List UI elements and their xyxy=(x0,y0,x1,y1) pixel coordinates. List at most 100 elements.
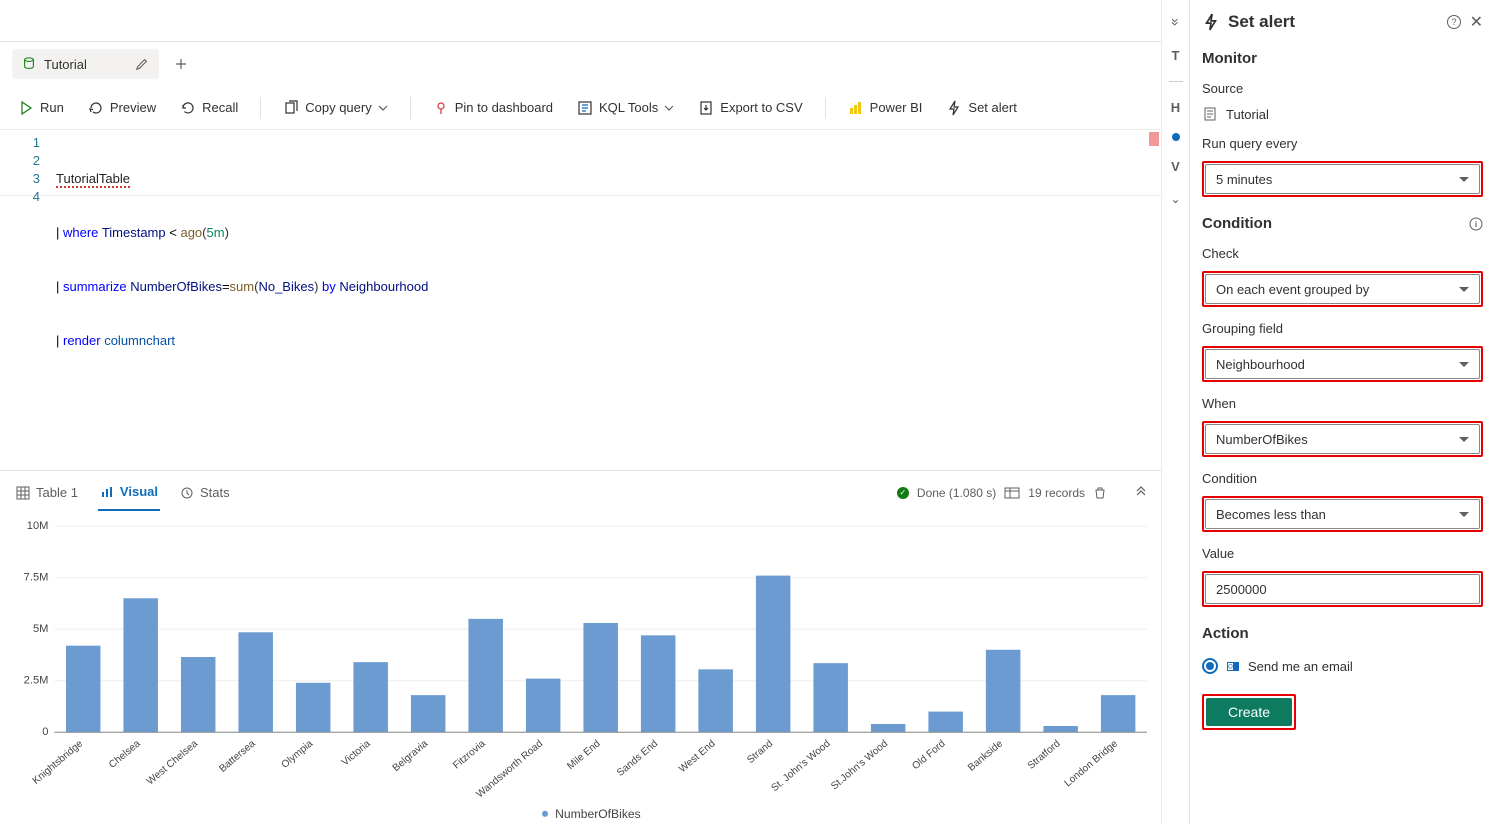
recall-button[interactable]: Recall xyxy=(174,96,244,120)
collapsed-letter[interactable]: T xyxy=(1172,48,1180,63)
svg-text:O: O xyxy=(1228,665,1233,671)
collapsed-letter[interactable]: V xyxy=(1171,159,1180,174)
tab-tutorial[interactable]: Tutorial xyxy=(12,49,159,79)
value-value: 2500000 xyxy=(1216,582,1267,597)
action-section-title: Action xyxy=(1202,625,1483,642)
chevron-down-icon xyxy=(664,103,674,113)
set-alert-panel: Set alert ? ✕ Monitor Source Tutorial Ru… xyxy=(1189,0,1495,824)
chevron-down-icon[interactable]: ⌄ xyxy=(1170,192,1180,206)
records-icon xyxy=(1004,487,1020,499)
token-operator: < xyxy=(169,225,177,240)
query-tabstrip: Tutorial xyxy=(0,42,1161,86)
highlight-wrap: 5 minutes xyxy=(1202,161,1483,197)
action-radio-email[interactable]: O Send me an email xyxy=(1202,658,1483,674)
stats-icon xyxy=(180,486,194,500)
power-bi-label: Power BI xyxy=(870,100,923,115)
preview-button[interactable]: Preview xyxy=(82,96,162,120)
kql-tools-button[interactable]: KQL Tools xyxy=(571,96,680,120)
help-icon[interactable]: ? xyxy=(1446,14,1462,30)
svg-text:NumberOfBikes: NumberOfBikes xyxy=(555,807,641,821)
column-chart: 02.5M5M7.5M10MKnightsbridgeChelseaWest C… xyxy=(14,518,1157,824)
success-icon: ✓ xyxy=(897,487,909,499)
run-button[interactable]: Run xyxy=(12,96,70,120)
svg-text:i: i xyxy=(1475,220,1477,229)
when-select[interactable]: NumberOfBikes xyxy=(1205,424,1480,454)
check-select[interactable]: On each event grouped by xyxy=(1205,274,1480,304)
run-label: Run xyxy=(40,100,64,115)
expand-icon[interactable]: » xyxy=(1167,18,1183,26)
svg-text:Old Ford: Old Ford xyxy=(910,738,947,772)
token-column: No_Bikes xyxy=(258,279,314,294)
svg-text:St.John's Wood: St.John's Wood xyxy=(829,738,890,792)
info-icon[interactable]: i xyxy=(1469,217,1483,231)
line-number: 3 xyxy=(0,170,40,188)
highlight-wrap: 2500000 xyxy=(1202,571,1483,607)
run-query-select[interactable]: 5 minutes xyxy=(1205,164,1480,194)
svg-text:10M: 10M xyxy=(27,520,49,532)
panel-title: Set alert xyxy=(1228,12,1438,32)
code-content[interactable]: TutorialTable | where Timestamp < ago(5m… xyxy=(48,130,1161,195)
pin-label: Pin to dashboard xyxy=(455,100,553,115)
recall-label: Recall xyxy=(202,100,238,115)
source-value: Tutorial xyxy=(1226,107,1269,122)
bolt-icon xyxy=(1202,13,1220,31)
line-number-gutter: 1 2 3 4 xyxy=(0,130,48,195)
power-bi-button[interactable]: Power BI xyxy=(842,96,929,120)
add-tab-button[interactable] xyxy=(167,50,195,78)
export-csv-button[interactable]: Export to CSV xyxy=(692,96,808,120)
refresh-play-icon xyxy=(88,100,104,116)
source-row: Tutorial xyxy=(1202,106,1483,122)
copy-query-button[interactable]: Copy query xyxy=(277,96,393,120)
status-text: Done (1.080 s) xyxy=(917,486,996,500)
tab-stats[interactable]: Stats xyxy=(178,475,232,510)
close-icon[interactable]: ✕ xyxy=(1470,12,1483,32)
token-keyword: where xyxy=(63,225,98,240)
database-icon xyxy=(22,57,36,71)
chart-icon xyxy=(100,485,114,499)
pencil-icon[interactable] xyxy=(135,57,149,71)
svg-text:Strand: Strand xyxy=(745,738,775,766)
top-blank-bar xyxy=(0,0,1161,42)
tab-table[interactable]: Table 1 xyxy=(14,475,80,510)
copy-query-label: Copy query xyxy=(305,100,371,115)
svg-text:Mile End: Mile End xyxy=(565,738,602,772)
collapse-results-icon[interactable] xyxy=(1135,485,1147,500)
toolbar-separator xyxy=(825,97,826,119)
create-button[interactable]: Create xyxy=(1206,698,1292,726)
set-alert-label: Set alert xyxy=(968,100,1016,115)
trash-icon[interactable] xyxy=(1093,486,1107,500)
value-input[interactable]: 2500000 xyxy=(1205,574,1480,604)
tab-visual[interactable]: Visual xyxy=(98,474,160,511)
token-function: sum xyxy=(230,279,255,294)
token-keyword: summarize xyxy=(63,279,127,294)
radio-selected-icon xyxy=(1202,658,1218,674)
outlook-icon: O xyxy=(1226,659,1240,673)
grouping-select[interactable]: Neighbourhood xyxy=(1205,349,1480,379)
svg-text:Battersea: Battersea xyxy=(217,738,257,775)
check-label: Check xyxy=(1202,246,1483,261)
condition-select[interactable]: Becomes less than xyxy=(1205,499,1480,529)
undo-icon xyxy=(180,100,196,116)
svg-text:St. John's Wood: St. John's Wood xyxy=(770,738,833,794)
collapsed-dot-icon xyxy=(1172,133,1180,141)
condition-section-label: Condition xyxy=(1202,215,1272,232)
line-number: 4 xyxy=(0,188,40,206)
svg-text:Fitzrovia: Fitzrovia xyxy=(451,738,488,771)
toolbar-separator xyxy=(260,97,261,119)
token-column: Neighbourhood xyxy=(339,279,428,294)
collapsed-letter[interactable]: H xyxy=(1171,100,1180,115)
svg-text:London Bridge: London Bridge xyxy=(1063,738,1121,789)
tab-label: Tutorial xyxy=(44,57,87,72)
token-column: Timestamp xyxy=(102,225,166,240)
code-editor[interactable]: 1 2 3 4 TutorialTable | where Timestamp … xyxy=(0,130,1161,196)
condition-value: Becomes less than xyxy=(1216,507,1326,522)
run-query-value: 5 minutes xyxy=(1216,172,1272,187)
token-operator: = xyxy=(222,279,230,294)
minimap-error-marker xyxy=(1149,132,1159,146)
collapsed-divider xyxy=(1169,81,1183,82)
set-alert-button[interactable]: Set alert xyxy=(940,96,1022,120)
create-button-label: Create xyxy=(1228,704,1270,720)
pin-button[interactable]: Pin to dashboard xyxy=(427,96,559,120)
token-identifier: NumberOfBikes xyxy=(130,279,222,294)
plus-icon xyxy=(175,58,187,70)
